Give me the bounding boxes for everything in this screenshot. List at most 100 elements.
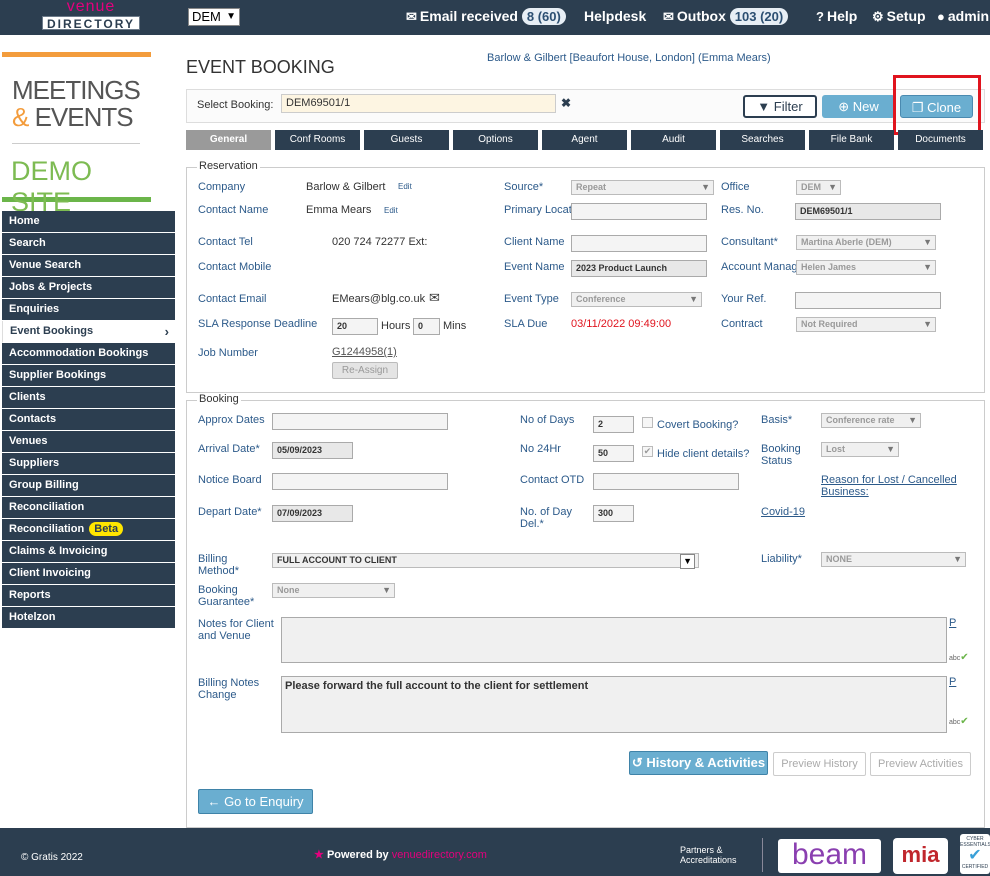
contact-tel-value: 020 724 72277 Ext: bbox=[332, 236, 428, 248]
depart-date-input[interactable]: 07/09/2023 bbox=[272, 505, 353, 522]
event-type-select[interactable]: Conference ▼ bbox=[571, 292, 702, 307]
billing-method-select[interactable]: FULL ACCOUNT TO CLIENT ▼ bbox=[272, 553, 699, 569]
email-received-link[interactable]: ✉ Email received 8 (60) bbox=[406, 0, 566, 35]
covid-19-link[interactable]: Covid-19 bbox=[761, 506, 805, 518]
help-link[interactable]: ? Help bbox=[816, 0, 857, 35]
basis-select[interactable]: Conference rate ▼ bbox=[821, 413, 921, 428]
history-activities-button[interactable]: ↺ History & Activities bbox=[629, 751, 768, 775]
spellcheck-icon[interactable]: abc✔ bbox=[949, 652, 969, 663]
sidebar-item-label: Event Bookings bbox=[10, 325, 94, 337]
sidebar-item-claims-invoicing[interactable]: Claims & Invoicing bbox=[2, 541, 175, 563]
tab-options[interactable]: Options bbox=[453, 130, 538, 150]
mia-logo[interactable]: mia bbox=[893, 838, 948, 874]
your-ref-input[interactable] bbox=[795, 292, 941, 309]
chevron-down-icon: ▼ bbox=[953, 554, 962, 564]
sidebar-item-client-invoicing[interactable]: Client Invoicing bbox=[2, 563, 175, 585]
tab-audit[interactable]: Audit bbox=[631, 130, 716, 150]
contract-select[interactable]: Not Required ▼ bbox=[796, 317, 936, 332]
contact-email-value[interactable]: EMears@blg.co.uk bbox=[332, 293, 425, 305]
booking-status-select[interactable]: Lost ▼ bbox=[821, 442, 899, 457]
liability-select[interactable]: NONE ▼ bbox=[821, 552, 966, 567]
sidebar-item-label: Reconciliation bbox=[9, 523, 85, 535]
spellcheck-icon[interactable]: abc✔ bbox=[949, 716, 969, 727]
no-of-days-input[interactable]: 2 bbox=[593, 416, 634, 433]
tab-conf-rooms[interactable]: Conf Rooms bbox=[275, 130, 360, 150]
notes-client-venue-textarea[interactable] bbox=[281, 617, 947, 663]
sidebar-item-reports[interactable]: Reports bbox=[2, 585, 175, 607]
envelope-icon[interactable]: ✉ bbox=[429, 290, 440, 306]
reassign-button[interactable]: Re-Assign bbox=[332, 362, 398, 379]
source-select[interactable]: Repeat ▼ bbox=[571, 180, 714, 195]
job-number-link[interactable]: G1244958(1) bbox=[332, 346, 397, 358]
company-contact-link[interactable]: Barlow & Gilbert [Beaufort House, London… bbox=[487, 52, 771, 64]
hide-client-checkbox[interactable]: ✔ bbox=[642, 446, 653, 457]
new-button[interactable]: ⊕ New bbox=[822, 95, 895, 118]
client-name-input[interactable] bbox=[571, 235, 707, 252]
sla-mins-input[interactable]: 0 bbox=[413, 318, 440, 335]
sidebar-item-enquiries[interactable]: Enquiries bbox=[2, 299, 175, 321]
contact-name-edit-link[interactable]: Edit bbox=[384, 206, 398, 215]
preview-history-button[interactable]: Preview History bbox=[773, 752, 866, 776]
cyber-essentials-badge[interactable]: CYBER ESSENTIALS ✔ CERTIFIED bbox=[960, 834, 990, 874]
sidebar-item-event-bookings[interactable]: Event Bookings › bbox=[2, 321, 175, 343]
notice-board-input[interactable] bbox=[272, 473, 448, 490]
sidebar-item-suppliers[interactable]: Suppliers bbox=[2, 453, 175, 475]
company-edit-link[interactable]: Edit bbox=[398, 182, 412, 191]
sidebar-item-reconciliation[interactable]: Reconciliation bbox=[2, 497, 175, 519]
select-booking-input[interactable]: DEM69501/1 bbox=[281, 94, 556, 113]
booking-guarantee-select-value: None bbox=[277, 585, 300, 595]
admin-link[interactable]: ● admin bbox=[937, 0, 989, 35]
envelope-icon: ✉ bbox=[663, 9, 674, 24]
sidebar-item-hotelzon[interactable]: Hotelzon bbox=[2, 607, 175, 629]
sidebar-item-venue-search[interactable]: Venue Search bbox=[2, 255, 175, 277]
primary-location-input[interactable] bbox=[571, 203, 707, 220]
beam-logo[interactable]: beam bbox=[778, 839, 881, 873]
sidebar-item-search[interactable]: Search bbox=[2, 233, 175, 255]
tab-general[interactable]: General bbox=[186, 130, 271, 150]
office-field-select[interactable]: DEM ▼ bbox=[796, 180, 841, 195]
reason-lost-link[interactable]: Reason for Lost / Cancelled Business: bbox=[821, 474, 971, 498]
billing-notes-p-link[interactable]: P bbox=[949, 676, 956, 688]
helpdesk-link[interactable]: Helpdesk bbox=[584, 0, 646, 35]
tab-searches[interactable]: Searches bbox=[720, 130, 805, 150]
powered-by-brand[interactable]: venuedirectory.com bbox=[392, 849, 487, 861]
no-day-del-input[interactable]: 300 bbox=[593, 505, 634, 522]
sidebar-item-venues[interactable]: Venues bbox=[2, 431, 175, 453]
sla-hours-input[interactable]: 20 bbox=[332, 318, 378, 335]
tab-agent[interactable]: Agent bbox=[542, 130, 627, 150]
res-no-input[interactable]: DEM69501/1 bbox=[795, 203, 941, 220]
sidebar-item-reconciliation-beta[interactable]: Reconciliation Beta bbox=[2, 519, 175, 541]
sidebar-item-supplier-bookings[interactable]: Supplier Bookings bbox=[2, 365, 175, 387]
covert-booking-checkbox[interactable] bbox=[642, 417, 653, 428]
tab-file-bank[interactable]: File Bank bbox=[809, 130, 894, 150]
notes-p-link[interactable]: P bbox=[949, 617, 956, 629]
office-select[interactable]: DEM ▼ bbox=[188, 8, 240, 26]
sidebar-item-accommodation-bookings[interactable]: Accommodation Bookings bbox=[2, 343, 175, 365]
chevron-down-icon: ▼ bbox=[680, 554, 695, 569]
account-manager-select[interactable]: Helen James ▼ bbox=[796, 260, 936, 275]
billing-notes-textarea[interactable]: Please forward the full account to the c… bbox=[281, 676, 947, 733]
no-24hr-input[interactable]: 50 bbox=[593, 445, 634, 462]
go-to-enquiry-button[interactable]: ← Go to Enquiry bbox=[198, 789, 313, 814]
venue-directory-logo[interactable]: venue DIRECTORY bbox=[42, 0, 140, 32]
outbox-link[interactable]: ✉ Outbox 103 (20) bbox=[663, 0, 789, 35]
filter-button[interactable]: ▼ Filter bbox=[743, 95, 817, 118]
event-name-input[interactable]: 2023 Product Launch bbox=[571, 260, 707, 277]
sidebar-item-clients[interactable]: Clients bbox=[2, 387, 175, 409]
consultant-select[interactable]: Martina Aberle (DEM) ▼ bbox=[796, 235, 936, 250]
sidebar-item-group-billing[interactable]: Group Billing bbox=[2, 475, 175, 497]
clear-icon[interactable]: ✖ bbox=[561, 96, 571, 110]
arrival-date-input[interactable]: 05/09/2023 bbox=[272, 442, 353, 459]
sidebar-item-home[interactable]: Home bbox=[2, 211, 175, 233]
chevron-down-icon: ▼ bbox=[923, 262, 932, 272]
setup-link[interactable]: ⚙ Setup bbox=[872, 0, 926, 35]
tab-guests[interactable]: Guests bbox=[364, 130, 449, 150]
tab-documents[interactable]: Documents bbox=[898, 130, 983, 150]
sidebar-item-contacts[interactable]: Contacts bbox=[2, 409, 175, 431]
booking-guarantee-select[interactable]: None ▼ bbox=[272, 583, 395, 598]
approx-dates-input[interactable] bbox=[272, 413, 448, 430]
sidebar-item-jobs-projects[interactable]: Jobs & Projects bbox=[2, 277, 175, 299]
contact-otd-input[interactable] bbox=[593, 473, 739, 490]
help-label: Help bbox=[826, 8, 858, 24]
preview-activities-button[interactable]: Preview Activities bbox=[870, 752, 971, 776]
